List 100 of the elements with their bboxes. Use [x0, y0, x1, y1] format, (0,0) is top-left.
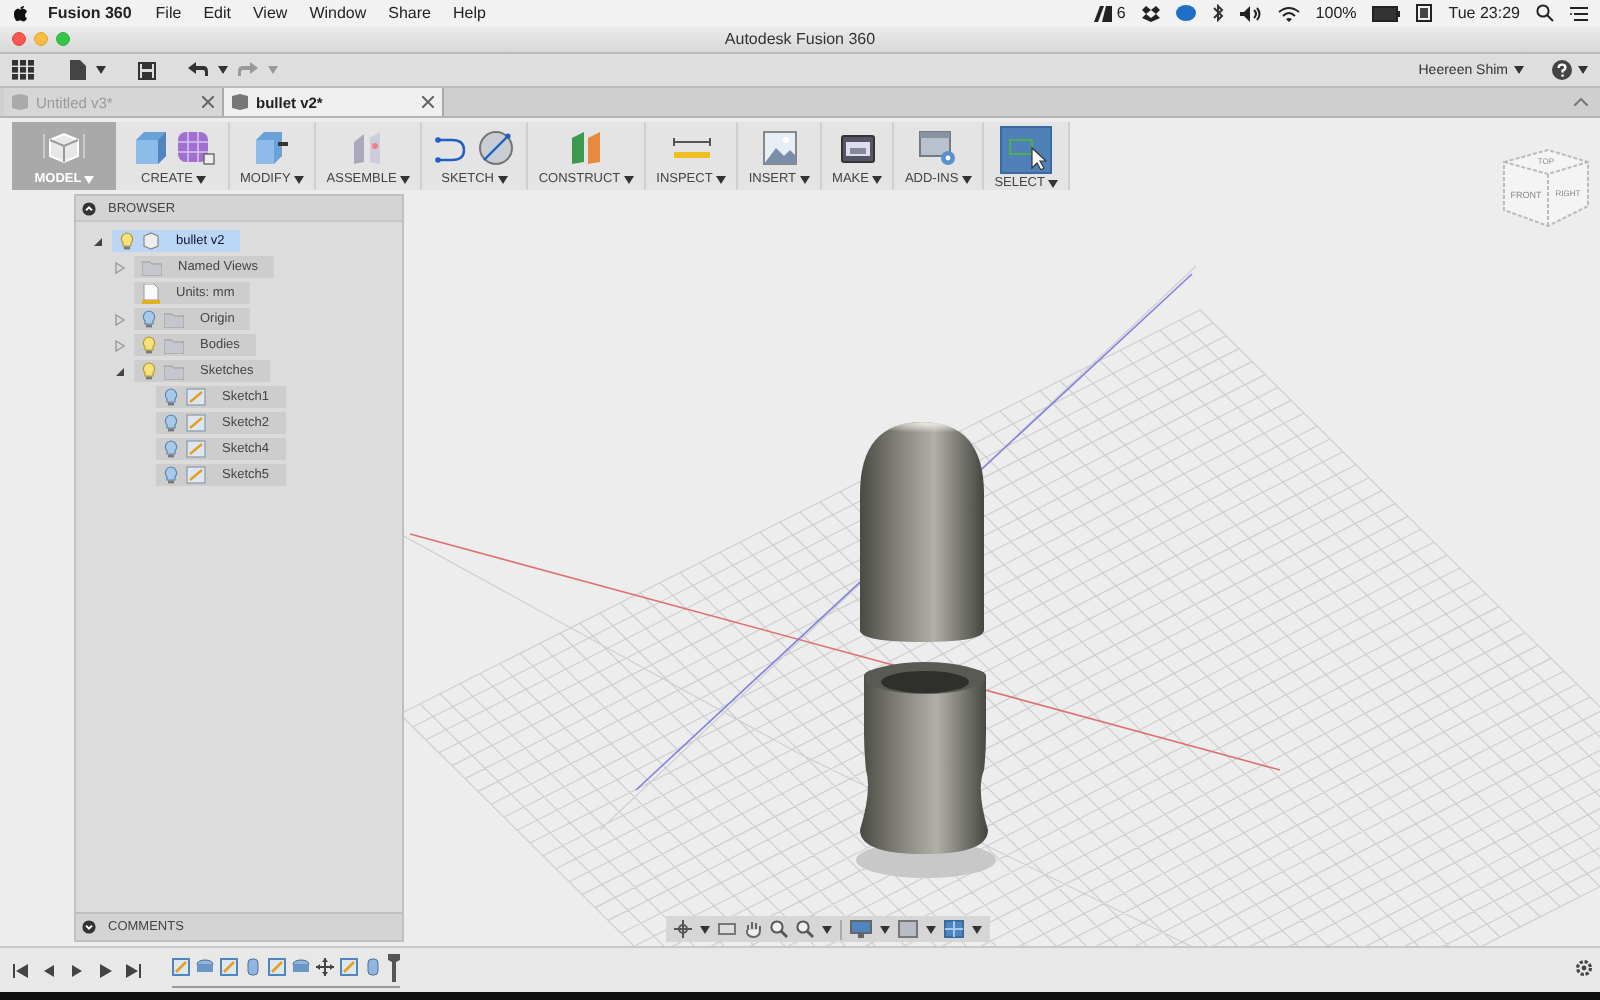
caret-icon — [716, 175, 727, 183]
sketch-icon — [186, 466, 206, 484]
caret-icon — [926, 925, 936, 933]
search-icon[interactable] — [1536, 4, 1554, 22]
sketch-icon — [186, 388, 206, 406]
menu-item[interactable]: File — [155, 4, 182, 22]
app-name[interactable]: Fusion 360 — [48, 4, 132, 22]
light-bulb-icon[interactable] — [164, 440, 178, 458]
caret-icon — [268, 66, 278, 74]
step-back-icon[interactable] — [40, 961, 58, 979]
close-icon[interactable] — [12, 32, 26, 46]
viewports-icon[interactable] — [944, 920, 964, 938]
undo-icon[interactable] — [188, 62, 208, 78]
bluetooth-icon[interactable] — [1211, 4, 1224, 22]
save-icon[interactable] — [138, 61, 156, 79]
file-icon[interactable] — [70, 60, 86, 80]
battery-icon[interactable] — [1372, 5, 1401, 21]
light-bulb-icon[interactable] — [142, 336, 156, 354]
document-cube-icon — [12, 94, 28, 110]
window-gear-icon — [918, 130, 959, 166]
apple-icon — [12, 4, 28, 22]
caret-icon — [83, 175, 94, 183]
timeline-sketch-icon[interactable] — [220, 958, 238, 976]
caret-icon — [400, 175, 411, 183]
look-at-icon[interactable] — [718, 920, 736, 938]
zoom-window-icon[interactable] — [796, 920, 814, 938]
sketch-icon — [186, 414, 206, 432]
timeline-extrude-icon[interactable] — [196, 958, 214, 976]
wifi-icon[interactable] — [1277, 5, 1300, 21]
collapse-panel-icon[interactable] — [82, 201, 96, 215]
picture-icon — [761, 130, 798, 166]
pan-hand-icon[interactable] — [744, 920, 762, 938]
light-bulb-icon[interactable] — [164, 388, 178, 406]
expanded-triangle-icon[interactable] — [114, 365, 126, 377]
light-bulb-icon[interactable] — [120, 232, 134, 250]
light-bulb-icon[interactable] — [142, 310, 156, 328]
timeline-revolve-icon[interactable] — [364, 958, 382, 976]
menu-icon[interactable] — [1570, 5, 1588, 21]
clock[interactable]: Tue 23:29 — [1448, 4, 1520, 22]
volume-icon[interactable] — [1239, 5, 1262, 21]
caret-icon — [972, 925, 982, 933]
display-settings-icon[interactable] — [850, 920, 872, 938]
timeline-revolve-icon[interactable] — [244, 958, 262, 976]
battery-percent: 100% — [1315, 4, 1357, 22]
caret-icon — [498, 175, 509, 183]
play-icon[interactable] — [68, 961, 86, 979]
caret-icon — [800, 175, 811, 183]
light-bulb-icon[interactable] — [164, 466, 178, 484]
menu-item[interactable]: Share — [388, 4, 431, 22]
timeline-extrude-icon[interactable] — [292, 958, 310, 976]
app-grid-icon[interactable] — [12, 60, 34, 80]
form-grid-icon — [176, 130, 216, 166]
skip-start-icon[interactable] — [12, 961, 30, 979]
menu-item[interactable]: Help — [453, 4, 486, 22]
sketch-icon — [186, 440, 206, 458]
timeline-move-icon[interactable] — [316, 958, 334, 976]
timeline-marker-icon[interactable] — [388, 953, 400, 981]
caret-icon — [962, 175, 973, 183]
caret-icon — [196, 175, 207, 183]
caret-icon — [700, 925, 710, 933]
expanded-triangle-icon[interactable] — [92, 235, 104, 247]
zoom-icon[interactable] — [770, 920, 788, 938]
adobe-icon[interactable] — [1094, 5, 1113, 21]
printer-icon — [839, 130, 876, 166]
close-tab-icon[interactable] — [202, 95, 214, 107]
menu-item[interactable]: View — [252, 4, 288, 22]
timeline-sketch-icon[interactable] — [340, 958, 358, 976]
box-icon — [132, 130, 168, 166]
folder-icon — [142, 259, 162, 275]
caret-icon — [1578, 66, 1588, 74]
component-icon — [142, 232, 160, 250]
skip-end-icon[interactable] — [124, 961, 142, 979]
settings-icon[interactable] — [1574, 958, 1594, 978]
caret-icon — [880, 925, 890, 933]
orbit-icon[interactable] — [674, 920, 692, 938]
light-bulb-icon[interactable] — [164, 414, 178, 432]
ruler-icon — [142, 283, 160, 303]
timeline-sketch-icon[interactable] — [268, 958, 286, 976]
expand-panel-icon[interactable] — [82, 920, 96, 934]
dropbox-icon[interactable] — [1141, 5, 1160, 21]
menu-item[interactable]: Window — [309, 4, 367, 22]
caret-icon — [218, 66, 228, 74]
press-pull-icon — [252, 130, 293, 166]
app-tray-icon[interactable] — [1416, 4, 1433, 22]
badge-count: 6 — [1116, 4, 1126, 22]
caret-icon — [96, 66, 106, 74]
caret-icon — [1514, 66, 1524, 74]
timeline-sketch-icon[interactable] — [172, 958, 190, 976]
caret-icon — [294, 175, 305, 183]
caret-icon — [872, 175, 883, 183]
window-title: Autodesk Fusion 360 — [724, 30, 876, 48]
help-icon[interactable] — [1552, 60, 1572, 80]
menu-item[interactable]: Edit — [203, 4, 231, 22]
close-tab-icon[interactable] — [422, 95, 434, 107]
step-forward-icon[interactable] — [96, 961, 114, 979]
caret-icon — [624, 175, 635, 183]
caret-icon — [822, 925, 832, 933]
collapse-icon[interactable] — [1574, 98, 1588, 106]
light-bulb-icon[interactable] — [142, 362, 156, 380]
model-cube-icon — [42, 128, 86, 164]
